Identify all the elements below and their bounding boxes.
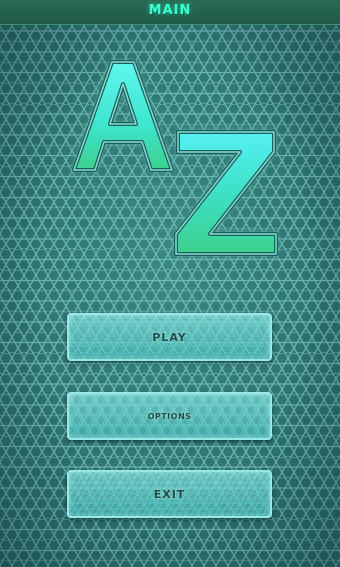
play-button[interactable]: PLAY (67, 313, 272, 361)
play-button-label: PLAY (152, 330, 187, 344)
options-button[interactable]: OPTIONS (67, 392, 272, 440)
options-button-label: OPTIONS (147, 411, 192, 421)
exit-button[interactable]: EXIT (67, 470, 272, 518)
screen-title: MAIN (148, 3, 192, 18)
az-logo (72, 60, 278, 256)
exit-button-label: EXIT (153, 487, 186, 501)
logo-letter-z (174, 130, 278, 256)
title-bar: MAIN (0, 0, 340, 25)
main-menu-screen: MAIN PLAY OPTIONS EXIT (0, 0, 340, 567)
logo-letter-a (72, 60, 174, 172)
